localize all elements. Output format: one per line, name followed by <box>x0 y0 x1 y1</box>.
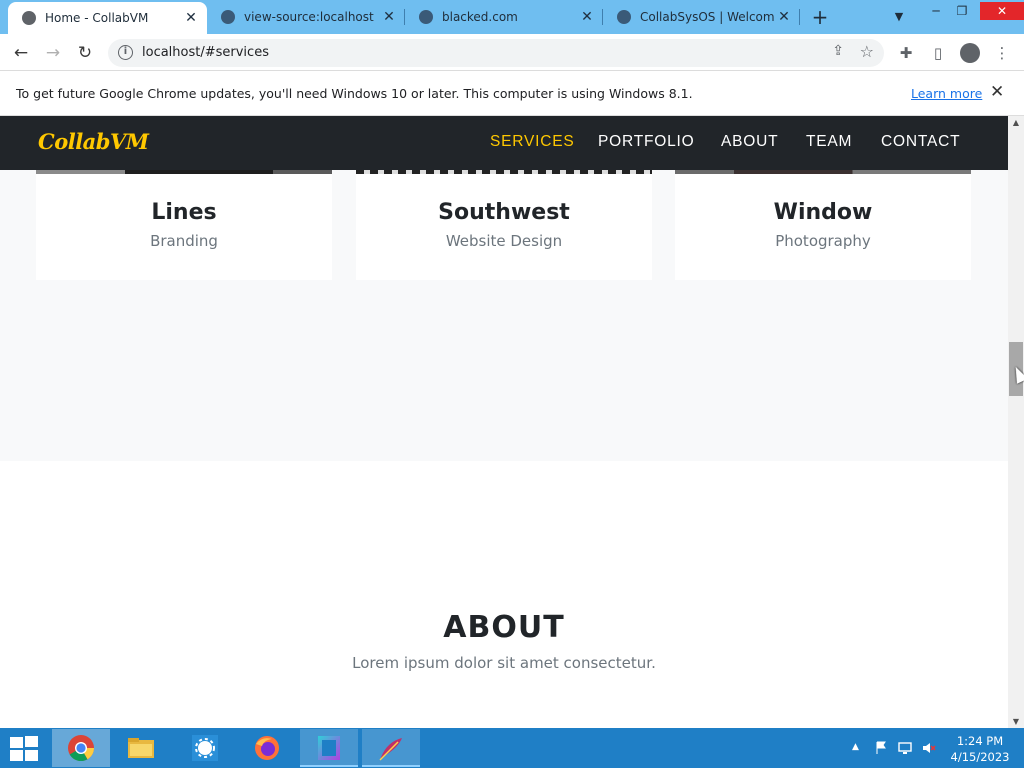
update-infobar: To get future Google Chrome updates, you… <box>0 71 1024 116</box>
site-navbar: CollabVM SERVICES PORTFOLIO ABOUT TEAM C… <box>0 116 1008 170</box>
tab-collabsysos[interactable]: CollabSysOS | Welcome ✕ <box>603 0 800 34</box>
action-center-flag-icon[interactable] <box>874 741 888 755</box>
page-scrollbar[interactable]: ▲ ▼ <box>1008 116 1024 728</box>
tab-close-icon[interactable]: ✕ <box>577 9 597 25</box>
tab-close-icon[interactable]: ✕ <box>774 9 794 25</box>
volume-muted-icon[interactable] <box>922 741 936 755</box>
clock-date: 4/15/2023 <box>950 750 1010 764</box>
globe-icon <box>617 10 631 24</box>
nav-link-services[interactable]: SERVICES <box>490 133 575 151</box>
firefox-icon <box>255 736 279 760</box>
scroll-up-arrow-icon[interactable]: ▲ <box>1008 118 1024 127</box>
about-subheading: Lorem ipsum dolor sit amet consectetur. <box>352 654 656 672</box>
tab-close-icon[interactable]: ✕ <box>379 9 399 25</box>
sidepanel-icon[interactable]: ▯ <box>928 43 948 63</box>
arrow-right-icon[interactable]: → <box>40 40 66 66</box>
taskbar-clock[interactable]: 1:24 PM 4/15/2023 <box>950 733 1010 765</box>
feather-app-icon <box>379 738 402 761</box>
nav-link-team[interactable]: TEAM <box>806 133 852 151</box>
chrome-icon <box>68 735 95 762</box>
clock-time: 1:24 PM <box>956 734 1004 748</box>
network-icon[interactable] <box>898 741 912 755</box>
tab-home-collabvm[interactable]: Home - CollabVM ✕ <box>8 2 207 34</box>
portfolio-item-lines[interactable]: Lines Branding <box>36 170 332 280</box>
windows-taskbar: ▲ 1:24 PM 4/15/2023 <box>0 728 1024 768</box>
nav-link-about[interactable]: ABOUT <box>721 133 778 151</box>
portfolio-subtitle: Branding <box>150 232 218 250</box>
share-icon[interactable]: ⇪ <box>832 43 844 59</box>
tab-separator <box>799 9 800 25</box>
weather-app-icon <box>192 735 218 761</box>
taskbar-app-square[interactable] <box>300 729 358 767</box>
url-text[interactable]: localhost/#services <box>142 45 269 60</box>
tab-view-source[interactable]: view-source:localhost ✕ <box>207 0 405 34</box>
taskbar-file-explorer[interactable] <box>112 729 170 767</box>
portfolio-title: Lines <box>151 200 217 225</box>
info-icon[interactable]: i <box>118 45 133 60</box>
puzzle-icon[interactable]: ✚ <box>896 43 916 63</box>
window-close-icon[interactable]: ✕ <box>980 2 1024 20</box>
taskbar-firefox[interactable] <box>238 729 296 767</box>
tab-title: blacked.com <box>442 10 518 24</box>
about-heading: ABOUT <box>443 610 565 645</box>
tab-search-chevron-icon[interactable]: ▼ <box>888 7 910 27</box>
portfolio-item-southwest[interactable]: Southwest Website Design <box>356 170 652 280</box>
globe-icon <box>22 11 36 25</box>
kebab-menu-icon[interactable]: ⋮ <box>992 43 1012 63</box>
restore-icon[interactable]: ❐ <box>948 2 976 20</box>
file-explorer-icon <box>128 738 154 758</box>
learn-more-link[interactable]: Learn more <box>911 86 982 101</box>
arrow-left-icon[interactable]: ← <box>8 40 34 66</box>
about-section: ABOUT Lorem ipsum dolor sit amet consect… <box>0 461 1008 728</box>
scroll-down-arrow-icon[interactable]: ▼ <box>1008 717 1024 726</box>
tab-title: CollabSysOS | Welcome <box>640 10 774 24</box>
tab-strip: Home - CollabVM ✕ view-source:localhost … <box>0 0 1024 34</box>
browser-toolbar: ← → ↻ i localhost/#services ⇪ ☆ ✚ ▯ ⋮ <box>0 34 1024 71</box>
page-viewport: CollabVM SERVICES PORTFOLIO ABOUT TEAM C… <box>0 116 1008 728</box>
portfolio-subtitle: Website Design <box>445 232 563 250</box>
tab-title: view-source:localhost <box>244 10 374 24</box>
star-icon[interactable]: ☆ <box>860 42 874 61</box>
tray-expand-icon[interactable]: ▲ <box>852 742 859 752</box>
site-logo[interactable]: CollabVM <box>38 129 149 154</box>
infobar-message: To get future Google Chrome updates, you… <box>16 86 693 101</box>
globe-icon <box>419 10 433 24</box>
portfolio-title: Window <box>773 200 873 225</box>
portfolio-item-window[interactable]: Window Photography <box>675 170 971 280</box>
nav-link-portfolio[interactable]: PORTFOLIO <box>598 133 694 151</box>
taskbar-feather-app[interactable] <box>362 729 420 767</box>
app-square-icon <box>318 736 340 760</box>
new-tab-button[interactable]: + <box>808 6 832 28</box>
tab-close-icon[interactable]: ✕ <box>181 10 201 26</box>
portfolio-image <box>675 170 971 174</box>
portfolio-title: Southwest <box>438 200 570 225</box>
globe-icon <box>221 10 235 24</box>
minimize-icon[interactable]: ─ <box>922 2 950 20</box>
profile-button[interactable] <box>960 43 980 63</box>
profile-icon <box>960 43 980 63</box>
tab-title: Home - CollabVM <box>45 11 149 25</box>
portfolio-subtitle: Photography <box>775 232 871 250</box>
close-icon[interactable]: ✕ <box>990 82 1004 102</box>
windows-start-icon[interactable] <box>8 735 38 761</box>
portfolio-image <box>356 170 652 174</box>
portfolio-image <box>36 170 332 174</box>
address-bar[interactable]: i localhost/#services ⇪ ☆ <box>108 39 884 67</box>
tab-blacked[interactable]: blacked.com ✕ <box>405 0 603 34</box>
taskbar-chrome[interactable] <box>52 729 110 767</box>
nav-link-contact[interactable]: CONTACT <box>881 133 960 151</box>
taskbar-weather-app[interactable] <box>176 729 234 767</box>
reload-icon[interactable]: ↻ <box>72 40 98 66</box>
